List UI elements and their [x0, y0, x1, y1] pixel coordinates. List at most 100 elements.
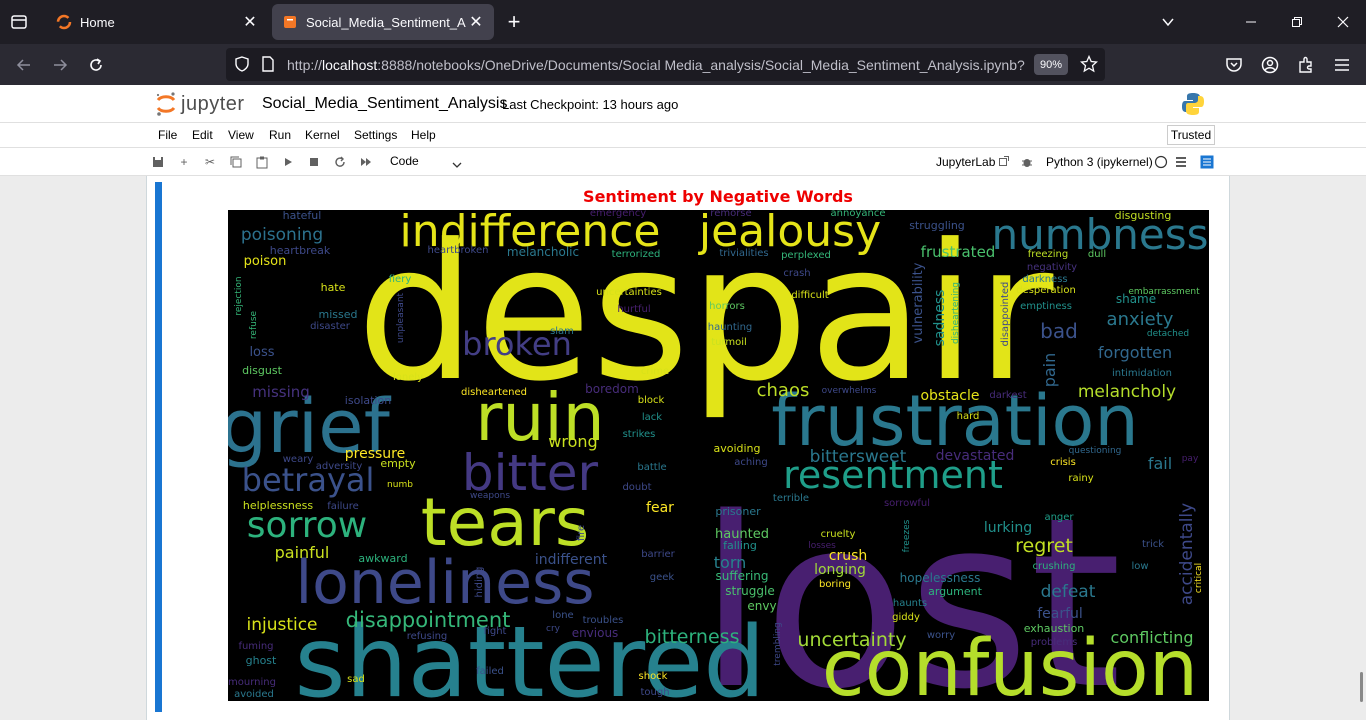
- menu-run[interactable]: Run: [269, 128, 291, 142]
- extensions-icon[interactable]: [1294, 53, 1318, 77]
- url-text[interactable]: http://localhost:8888/notebooks/OneDrive…: [287, 57, 1025, 73]
- stop-icon[interactable]: [306, 154, 322, 170]
- word-cloud-word: awkward: [358, 552, 407, 565]
- cell-type-select[interactable]: Code: [390, 154, 419, 168]
- word-cloud-word: perplexed: [781, 250, 831, 261]
- jupyter-favicon-icon: [56, 14, 72, 30]
- page-icon[interactable]: [261, 56, 275, 77]
- word-cloud-word: haunts: [893, 598, 927, 609]
- word-cloud-word: cry: [546, 624, 561, 634]
- menu-edit[interactable]: Edit: [192, 128, 213, 142]
- tab-list-icon[interactable]: [9, 12, 29, 32]
- word-cloud-word: refuse: [249, 310, 259, 339]
- menu-file[interactable]: File: [158, 128, 177, 142]
- paste-icon[interactable]: [254, 154, 270, 170]
- word-cloud-word: lonely: [393, 372, 423, 383]
- hamburger-menu-icon[interactable]: [1330, 53, 1354, 77]
- word-cloud-word: avoiding: [713, 442, 760, 455]
- fast-forward-icon[interactable]: [358, 154, 374, 170]
- word-cloud-word: crushing: [1033, 561, 1076, 572]
- word-cloud-word: block: [638, 395, 665, 406]
- figure-title: Sentiment by Negative Words: [583, 187, 853, 206]
- property-inspector-icon[interactable]: [1199, 154, 1215, 170]
- word-cloud-word: desperation: [1016, 285, 1076, 296]
- word-cloud-word: melancholic: [507, 245, 579, 259]
- close-tab-icon[interactable]: ✕: [240, 12, 260, 32]
- scrollbar-thumb[interactable]: [1360, 672, 1363, 702]
- word-cloud-word: empty: [380, 457, 416, 470]
- word-cloud-word: weapons: [470, 491, 510, 501]
- word-cloud-word: envious: [572, 626, 619, 640]
- close-window-icon[interactable]: [1331, 10, 1355, 34]
- word-cloud-word: darkness: [1022, 274, 1067, 285]
- word-cloud-word: shock: [639, 671, 668, 682]
- browser-nav-bar: http://localhost:8888/notebooks/OneDrive…: [0, 44, 1366, 85]
- trusted-badge[interactable]: Trusted: [1167, 125, 1215, 145]
- add-cell-icon[interactable]: +: [176, 154, 192, 170]
- word-cloud-word: suffering: [716, 569, 769, 583]
- jupyter-logo[interactable]: jupyter: [155, 91, 245, 117]
- list-menu-icon[interactable]: [1173, 154, 1189, 170]
- minimize-icon[interactable]: [1239, 10, 1263, 34]
- browser-tab-notebook[interactable]: Social_Media_Sentiment_Analys ✕: [272, 4, 494, 40]
- word-cloud-word: fearful: [1037, 606, 1083, 622]
- menu-help[interactable]: Help: [411, 128, 436, 142]
- word-cloud-word: lack: [642, 412, 662, 423]
- word-cloud-word: disheartening: [951, 282, 961, 344]
- debugger-bug-icon[interactable]: [1019, 154, 1035, 170]
- word-cloud-word: melancholy: [1078, 382, 1176, 402]
- account-icon[interactable]: [1258, 53, 1282, 77]
- python-logo-icon: [1180, 91, 1206, 117]
- chevron-down-icon[interactable]: [452, 156, 462, 174]
- word-cloud-word: anger: [1044, 512, 1074, 523]
- word-cloud-word: sorrowful: [884, 498, 930, 509]
- shield-icon[interactable]: [234, 56, 250, 77]
- word-cloud-word: negativity: [1027, 262, 1077, 273]
- word-cloud-word: fear: [646, 500, 674, 516]
- jupyterlab-link[interactable]: JupyterLab: [936, 155, 995, 169]
- word-cloud-word: difficult: [791, 290, 828, 301]
- menu-view[interactable]: View: [228, 128, 254, 142]
- zoom-level-badge[interactable]: 90%: [1034, 54, 1068, 75]
- word-cloud-word: hiding: [474, 567, 485, 598]
- word-cloud-word: critical: [1194, 563, 1204, 593]
- list-all-tabs-icon[interactable]: [1156, 10, 1180, 34]
- word-cloud-word: bittersweet: [810, 447, 907, 467]
- reload-icon[interactable]: [84, 53, 108, 77]
- notebook-title[interactable]: Social_Media_Sentiment_Analysis: [262, 95, 507, 113]
- restart-icon[interactable]: [332, 154, 348, 170]
- word-cloud-word: aching: [734, 457, 767, 468]
- pocket-icon[interactable]: [1222, 53, 1246, 77]
- restore-icon[interactable]: [1285, 10, 1309, 34]
- menu-settings[interactable]: Settings: [354, 128, 397, 142]
- word-cloud-word: painful: [275, 543, 330, 562]
- external-link-icon[interactable]: [996, 153, 1012, 169]
- address-bar[interactable]: http://localhost:8888/notebooks/OneDrive…: [226, 48, 1105, 81]
- word-cloud-word: trick: [1142, 539, 1164, 550]
- close-tab-icon[interactable]: ✕: [466, 12, 486, 32]
- cut-icon[interactable]: ✂: [202, 154, 218, 170]
- word-cloud-word: boredom: [585, 382, 639, 396]
- browser-tab-home[interactable]: Home ✕: [46, 4, 268, 40]
- save-icon[interactable]: [150, 154, 166, 170]
- notebook-toolbar: + ✂ Code JupyterLab Python 3 (ipykernel): [0, 148, 1366, 176]
- jupyter-menu-bar: File Edit View Run Kernel Settings Help …: [0, 123, 1366, 148]
- new-tab-icon[interactable]: +: [503, 9, 525, 34]
- cell-collapser[interactable]: [155, 182, 162, 712]
- forward-icon[interactable]: [48, 53, 72, 77]
- word-cloud-word: fuming: [238, 641, 273, 652]
- menu-kernel[interactable]: Kernel: [305, 128, 340, 142]
- word-cloud-word: tough: [640, 687, 669, 698]
- word-cloud-word: disheartened: [461, 387, 527, 398]
- back-icon[interactable]: [12, 53, 36, 77]
- word-cloud-word: troubles: [583, 615, 624, 626]
- kernel-name[interactable]: Python 3 (ipykernel): [1046, 155, 1153, 169]
- word-cloud-word: missing: [252, 383, 310, 401]
- word-cloud-word: unpleasant: [396, 292, 406, 343]
- word-cloud-word: boring: [819, 579, 851, 590]
- word-cloud-word: giddy: [892, 612, 920, 623]
- run-icon[interactable]: [280, 154, 296, 170]
- bookmark-star-icon[interactable]: [1079, 54, 1099, 78]
- notebook-favicon-icon: [282, 14, 298, 30]
- copy-icon[interactable]: [228, 154, 244, 170]
